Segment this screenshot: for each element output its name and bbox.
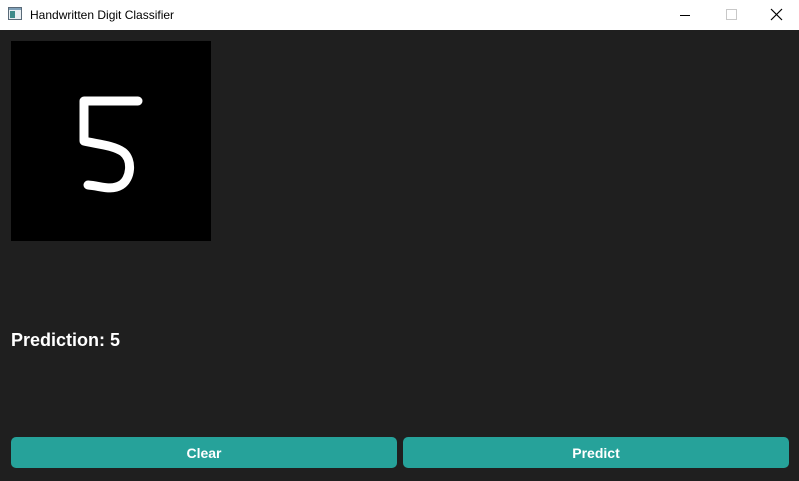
drawing-canvas[interactable] xyxy=(11,41,211,241)
prediction-label: Prediction: 5 xyxy=(11,330,121,350)
app-window: Handwritten Digit Classifier Prediction:… xyxy=(0,0,799,481)
drawn-digit-stroke xyxy=(79,96,143,193)
close-icon xyxy=(770,8,783,21)
title-bar[interactable]: Handwritten Digit Classifier xyxy=(0,0,799,30)
clear-button[interactable]: Clear xyxy=(11,437,397,468)
minimize-button[interactable] xyxy=(662,0,708,30)
maximize-button[interactable] xyxy=(708,0,754,30)
maximize-icon xyxy=(726,9,737,20)
minimize-icon xyxy=(680,15,690,16)
app-window-icon xyxy=(8,7,22,20)
predict-button[interactable]: Predict xyxy=(403,437,789,468)
close-button[interactable] xyxy=(753,0,799,30)
window-title: Handwritten Digit Classifier xyxy=(30,8,175,22)
